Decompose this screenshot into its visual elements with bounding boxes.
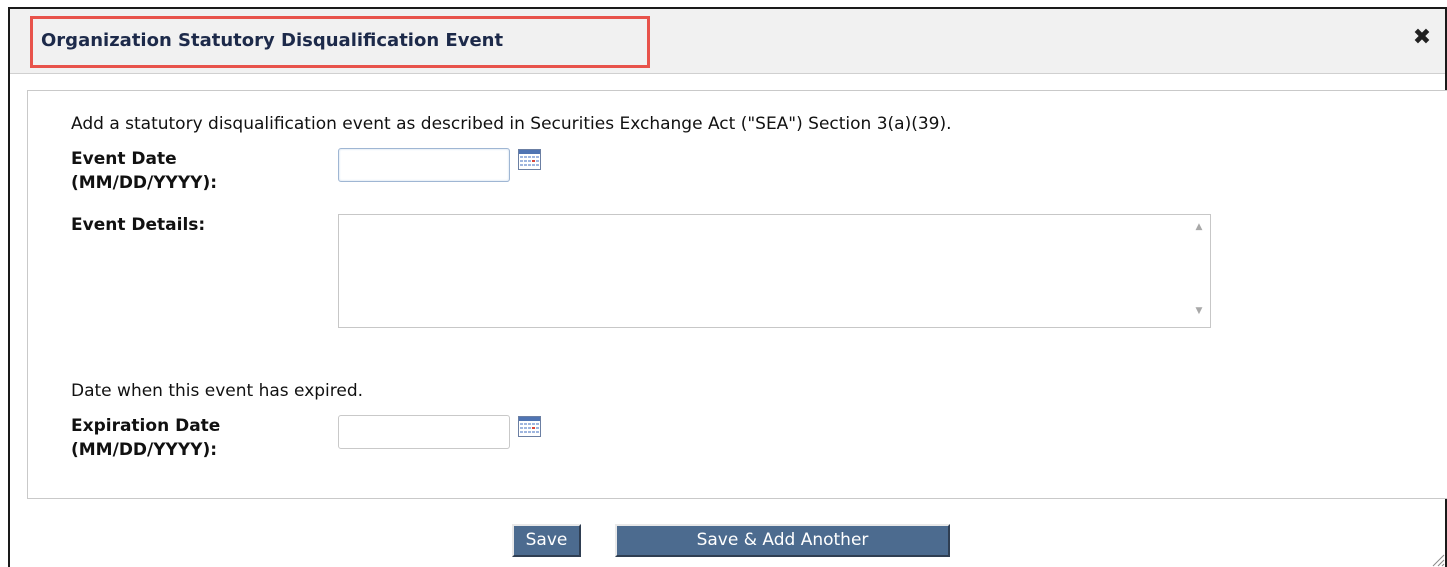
dialog-titlebar: Organization Statutory Disqualification … <box>10 9 1445 74</box>
expiration-date-input[interactable] <box>338 415 510 449</box>
event-date-label-format: (MM/DD/YYYY): <box>71 173 218 193</box>
close-icon[interactable]: ✖ <box>1409 25 1435 51</box>
event-date-calendar-icon[interactable] <box>518 149 541 170</box>
event-date-input[interactable] <box>338 148 510 182</box>
event-details-scrollbar[interactable]: ▲ ▼ <box>1188 215 1210 327</box>
event-date-label-line1: Event Date <box>71 149 177 169</box>
event-details-label: Event Details: <box>71 215 206 235</box>
scroll-down-arrow-icon[interactable]: ▼ <box>1188 303 1210 319</box>
form-panel: Add a statutory disqualification event a… <box>27 90 1447 499</box>
expiration-date-label-line1: Expiration Date <box>71 416 221 436</box>
resize-grip-icon[interactable] <box>1429 551 1445 567</box>
form-intro-text: Add a statutory disqualification event a… <box>71 114 952 134</box>
save-add-another-button[interactable]: Save & Add Another <box>615 524 950 557</box>
expiration-date-label-format: (MM/DD/YYYY): <box>71 440 218 460</box>
event-details-textarea[interactable] <box>339 215 1179 327</box>
save-button[interactable]: Save <box>512 524 581 557</box>
statutory-disqualification-dialog: Organization Statutory Disqualification … <box>8 7 1447 567</box>
scroll-up-arrow-icon[interactable]: ▲ <box>1188 219 1210 235</box>
expiration-intro-text: Date when this event has expired. <box>71 381 364 401</box>
expiration-date-label: Expiration Date (MM/DD/YYYY): <box>71 414 220 462</box>
dialog-title: Organization Statutory Disqualification … <box>41 30 504 51</box>
event-date-label: Event Date (MM/DD/YYYY): <box>71 147 217 195</box>
expiration-date-calendar-icon[interactable] <box>518 416 541 437</box>
event-details-field: ▲ ▼ <box>338 214 1211 328</box>
